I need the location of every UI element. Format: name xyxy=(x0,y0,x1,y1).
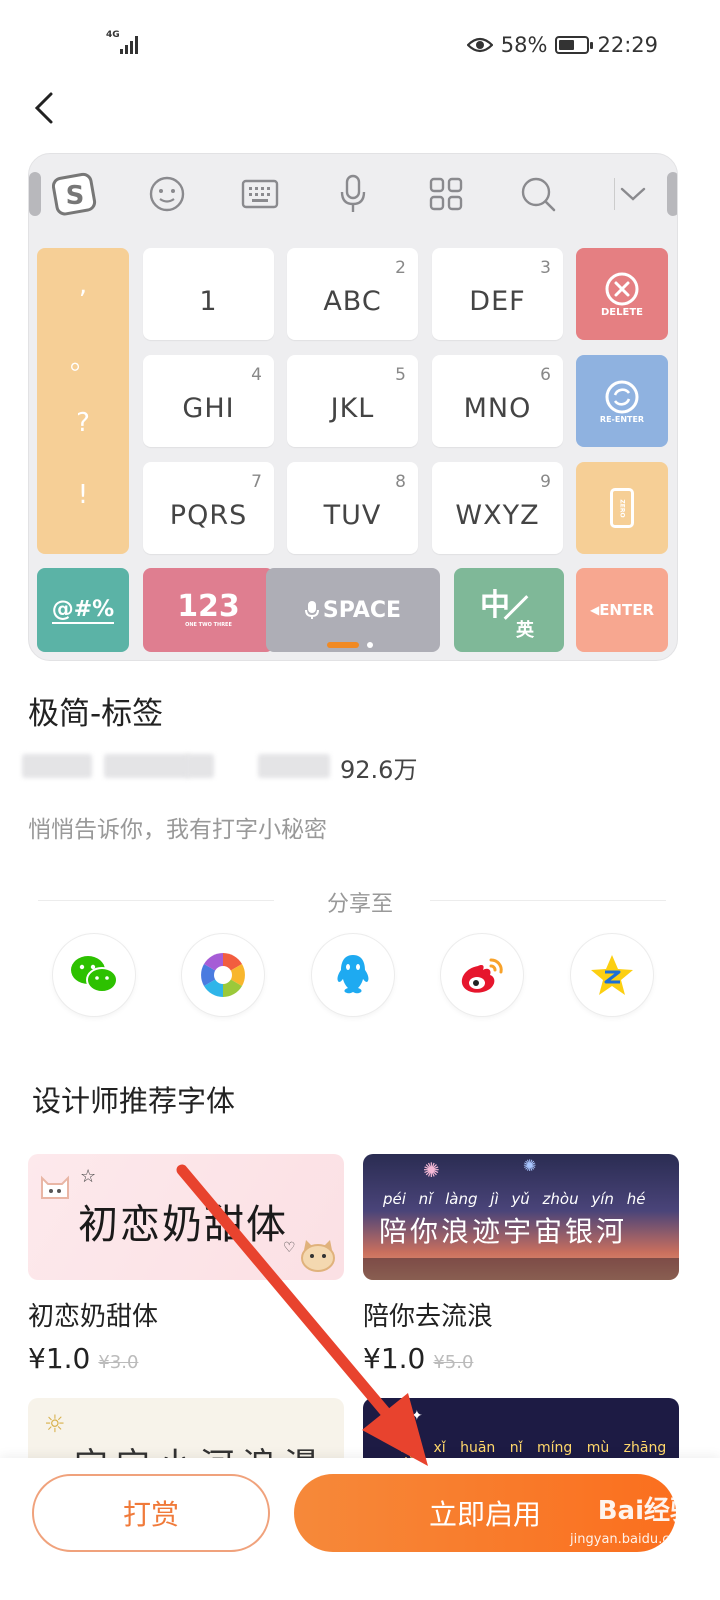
cat-icon xyxy=(41,1175,69,1199)
punctuation-key: , 。 ? ! xyxy=(37,248,129,554)
space-key: SPACE xyxy=(266,568,440,652)
font-banner-text: 初恋奶甜体 xyxy=(78,1202,288,1248)
grid-icon xyxy=(426,174,466,214)
punct-question: ? xyxy=(76,408,90,438)
signal-icon: 4G xyxy=(106,30,146,58)
share-wechat-button[interactable] xyxy=(53,934,135,1016)
key-wxyz: 9 WXYZ xyxy=(432,462,563,554)
space-label: SPACE xyxy=(322,597,402,623)
close-circle-icon xyxy=(605,272,639,305)
star-icon: ☆ xyxy=(80,1166,97,1187)
delete-label: DELETE xyxy=(601,306,643,318)
punct-comma: , xyxy=(78,270,88,300)
sun-icon: ☼ xyxy=(44,1410,66,1438)
download-count: 92.6万 xyxy=(340,756,418,784)
key-mno: 6 MNO xyxy=(432,355,563,447)
font-old-price: ¥3.0 xyxy=(98,1352,139,1373)
microphone-icon xyxy=(304,601,319,619)
key-abc: 2 ABC xyxy=(287,248,418,340)
zero-label: ZERO xyxy=(618,498,626,518)
wechat-icon xyxy=(71,956,118,993)
battery-percent: 58% xyxy=(500,33,548,57)
bottom-action-bar: 打赏 立即启用 xyxy=(0,1458,720,1600)
left-handle xyxy=(29,172,41,216)
share-qq-button[interactable] xyxy=(312,934,394,1016)
language-toggle-key: 中 英 xyxy=(454,568,564,652)
numbers-key: 123 ONE TWO THREE xyxy=(143,568,274,652)
network-type: 4G xyxy=(106,30,120,40)
refresh-icon xyxy=(605,380,639,413)
qzone-icon xyxy=(591,955,633,995)
heart-icon: ♡ xyxy=(283,1240,296,1256)
reenter-label: RE-ENTER xyxy=(599,414,645,424)
battery-icon xyxy=(555,36,594,54)
delete-key: DELETE xyxy=(576,248,668,340)
share-qzone-button[interactable] xyxy=(571,934,653,1016)
key-pqrs: 7 PQRS xyxy=(143,462,274,554)
font-banner-pinyin: péi nǐ làng jì yǔ zhòu yín hé xyxy=(383,1190,646,1208)
watermark-logo: Bai经验 xyxy=(597,1496,696,1526)
status-bar: 4G 58% 22:29 xyxy=(0,0,720,90)
skin-title: 极简-标签 xyxy=(28,696,164,732)
font-price: ¥1.0 ¥5.0 xyxy=(363,1342,474,1375)
key-def: 3 DEF xyxy=(432,248,563,340)
enter-label: ENTER xyxy=(599,601,655,619)
font-card-peini[interactable]: ✺ ✺ péi nǐ làng jì yǔ zhòu yín hé 陪你浪迹宇宙… xyxy=(363,1154,679,1280)
keyboard-icon xyxy=(240,174,280,214)
lang-en-label: 英 xyxy=(516,620,534,641)
punct-exclamation: ! xyxy=(77,480,89,510)
skin-description: 悄悄告诉你，我有打字小秘密 xyxy=(28,817,327,843)
moments-icon xyxy=(201,953,245,997)
watermark-url: jingyan.baidu.com xyxy=(570,1532,690,1547)
sogou-logo-icon: S xyxy=(51,170,99,218)
search-icon xyxy=(518,174,558,214)
firework-icon: ✺ xyxy=(423,1158,440,1182)
font-old-price: ¥5.0 xyxy=(433,1352,474,1373)
font-banner-text: 陪你浪迹宇宙银河 xyxy=(379,1215,628,1248)
key-ghi: 4 GHI xyxy=(143,355,274,447)
dog-icon xyxy=(301,1240,335,1272)
enable-label: 立即启用 xyxy=(428,1498,541,1531)
font-card-chulian[interactable]: ☆ 初恋奶甜体 ♡ xyxy=(28,1154,344,1280)
symbols-label: @#% xyxy=(51,596,115,624)
symbols-key: @#% xyxy=(37,568,129,652)
right-handle xyxy=(667,172,677,216)
eye-icon xyxy=(466,37,493,53)
share-label: 分享至 xyxy=(326,892,393,917)
keyboard-toolbar: S xyxy=(29,154,677,232)
fonts-section-title: 设计师推荐字体 xyxy=(32,1084,236,1118)
clock: 22:29 xyxy=(597,33,658,57)
skin-meta: 92.6万 xyxy=(22,748,442,784)
firework-icon: ✺ xyxy=(523,1156,537,1175)
key-jkl: 5 JKL xyxy=(287,355,418,447)
svg-text:S: S xyxy=(66,181,85,211)
reward-button[interactable]: 打赏 xyxy=(32,1474,270,1552)
qq-icon xyxy=(337,955,369,994)
chevron-left-icon xyxy=(34,92,53,124)
microphone-icon xyxy=(333,174,373,214)
enter-key: ◀ ENTER xyxy=(576,568,668,652)
page-indicator xyxy=(327,642,373,648)
back-button[interactable] xyxy=(22,86,66,130)
font-name: 陪你去流浪 xyxy=(363,1302,494,1332)
numbers-sublabel: ONE TWO THREE xyxy=(185,622,232,628)
keyboard-skin-preview: S , 。 ? ! 1 2 ABC 3 DEF 4 GHI 5 JKL 6 MNO 7 PQ… xyxy=(28,153,678,661)
share-moments-button[interactable] xyxy=(182,934,264,1016)
sparkle-icon: ✦ xyxy=(411,1408,423,1424)
key-tuv: 8 TUV xyxy=(287,462,418,554)
zero-key: ZERO xyxy=(576,462,668,554)
reenter-key: RE-ENTER xyxy=(576,355,668,447)
emoji-icon xyxy=(147,174,187,214)
key-1: 1 xyxy=(143,248,274,340)
punct-period: 。 xyxy=(69,346,96,376)
font-price: ¥1.0 ¥3.0 xyxy=(28,1342,139,1375)
numbers-label: 123 xyxy=(177,589,240,624)
share-weibo-button[interactable] xyxy=(441,934,523,1016)
font-name: 初恋奶甜体 xyxy=(28,1302,159,1332)
chevron-down-icon xyxy=(613,174,653,214)
weibo-icon xyxy=(461,958,503,993)
